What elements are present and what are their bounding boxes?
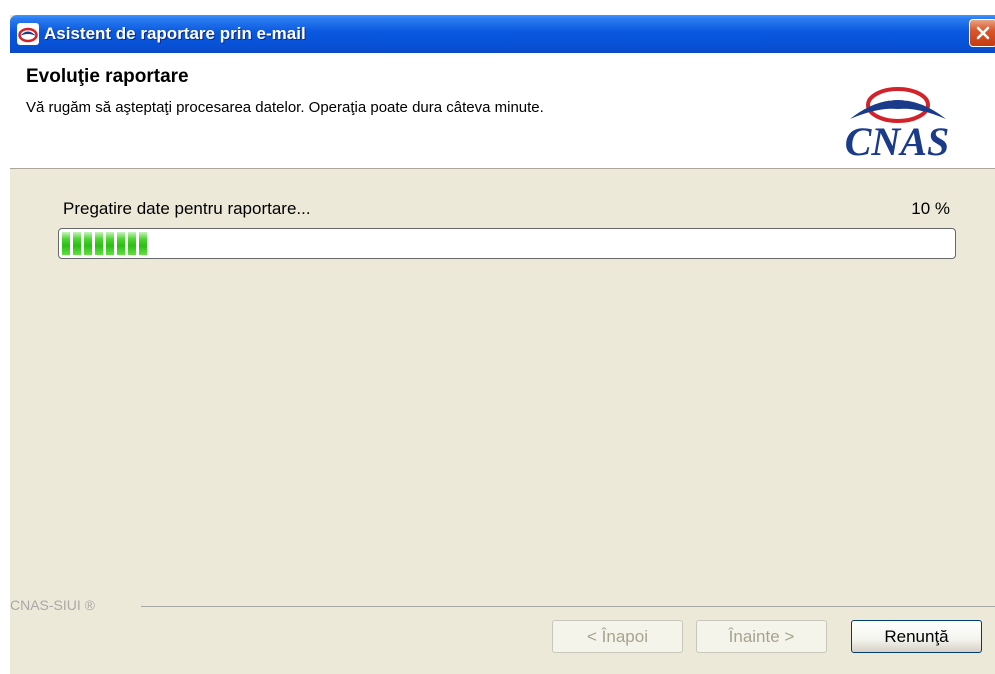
close-button[interactable]: [969, 19, 995, 47]
footer-brand-label: CNAS-SIUI ®: [10, 597, 95, 613]
progress-block: [139, 232, 147, 255]
window-title: Asistent de raportare prin e-mail: [44, 24, 306, 43]
logo-text: CNAS: [845, 119, 950, 161]
page-subtitle: Vă rugăm să aşteptaţi procesarea datelor…: [26, 99, 544, 116]
wizard-window: Asistent de raportare prin e-mail Evoluţ…: [10, 15, 995, 674]
close-icon: [976, 26, 990, 40]
progress-block: [128, 232, 136, 255]
next-button[interactable]: Înainte >: [696, 620, 827, 653]
page-title: Evoluţie raportare: [26, 66, 189, 87]
progress-status-label: Pregatire date pentru raportare...: [63, 199, 311, 218]
progress-block: [95, 232, 103, 255]
progress-block: [117, 232, 125, 255]
progress-block: [106, 232, 114, 255]
back-button[interactable]: < Înapoi: [552, 620, 683, 653]
cnas-logo: CNAS: [845, 87, 950, 161]
progress-block: [84, 232, 92, 255]
progress-bar: [58, 228, 956, 259]
title-bar[interactable]: Asistent de raportare prin e-mail: [10, 15, 995, 53]
progress-percent-label: 10 %: [911, 199, 950, 218]
cancel-button[interactable]: Renunţă: [851, 620, 982, 653]
wizard-header: Evoluţie raportare Vă rugăm să aşteptaţi…: [10, 53, 995, 169]
progress-block: [62, 232, 70, 255]
progress-block: [73, 232, 81, 255]
progress-fill: [62, 232, 147, 255]
cnas-app-icon: [17, 23, 39, 45]
footer-divider: [141, 606, 995, 607]
